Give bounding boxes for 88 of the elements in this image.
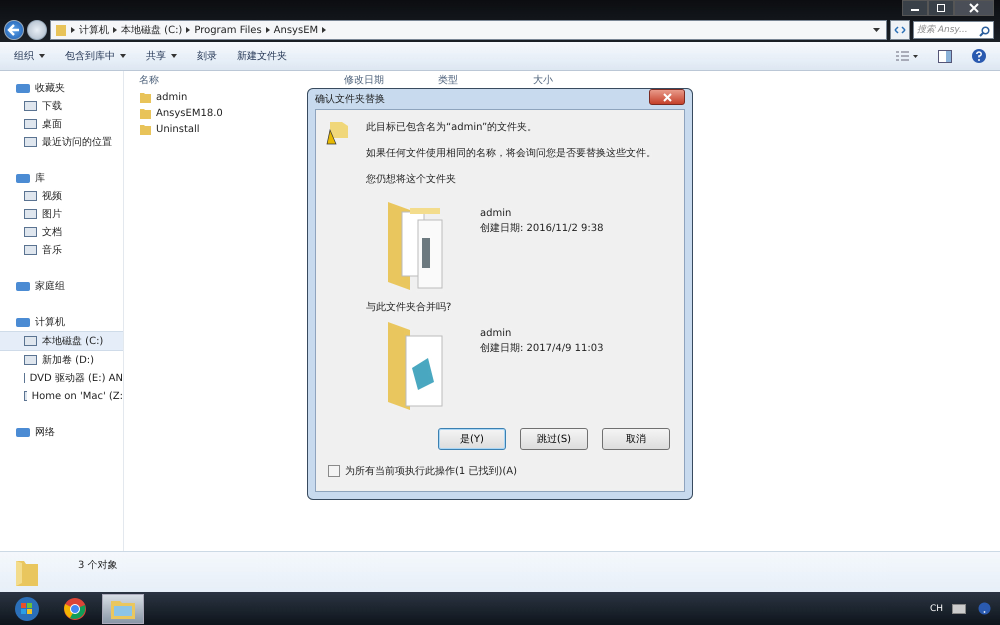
checkbox-label[interactable]: 为所有当前项执行此操作(1 已找到)(A) xyxy=(345,464,517,478)
help-icon[interactable] xyxy=(978,602,991,615)
sidebar-item[interactable]: 新加卷 (D:) xyxy=(0,351,123,369)
sidebar-item[interactable]: 图片 xyxy=(0,205,123,223)
folder-icon xyxy=(140,91,151,103)
sidebar-item[interactable]: DVD 驱动器 (E:) AN xyxy=(0,369,123,387)
group-icon xyxy=(16,172,30,184)
sidebar-group[interactable]: 家庭组 xyxy=(0,277,123,295)
sidebar-item[interactable]: 文档 xyxy=(0,223,123,241)
browser-icon xyxy=(63,596,87,620)
message-text: 此目标已包含名为“admin”的文件夹。 xyxy=(366,120,538,134)
sidebar-item[interactable]: 音乐 xyxy=(0,241,123,259)
group-icon xyxy=(16,426,30,438)
group-icon xyxy=(16,280,30,292)
checkbox[interactable] xyxy=(328,465,340,477)
close-icon xyxy=(969,3,979,13)
close-button[interactable] xyxy=(649,89,685,105)
folder-icon xyxy=(140,123,151,135)
start-icon xyxy=(14,596,40,622)
item-count: 3 个对象 xyxy=(78,558,118,572)
minimize-button[interactable] xyxy=(902,0,928,16)
sidebar-item[interactable]: 本地磁盘 (C:) xyxy=(0,331,123,351)
caret-icon xyxy=(39,54,45,58)
forward-button[interactable] xyxy=(27,20,47,40)
sidebar-item[interactable]: Home on 'Mac' (Z: xyxy=(0,387,123,405)
help-icon[interactable] xyxy=(972,49,986,63)
toolbar-button[interactable]: 共享 xyxy=(138,46,185,66)
chevron-icon[interactable] xyxy=(322,27,326,33)
dialog-button[interactable]: 取消 xyxy=(602,428,670,450)
refresh-button[interactable] xyxy=(890,20,910,40)
group-icon xyxy=(16,82,30,94)
file-row[interactable]: admin xyxy=(140,89,260,105)
sidebar-item[interactable]: 桌面 xyxy=(0,115,123,133)
caret-icon xyxy=(171,54,177,58)
folder-name: admin xyxy=(480,328,512,339)
dialog-title: 确认文件夹替换 xyxy=(315,92,385,106)
sidebar-item[interactable]: 最近访问的位置 xyxy=(0,133,123,151)
view-list-icon[interactable] xyxy=(896,50,918,62)
breadcrumb[interactable]: 本地磁盘 (C:) xyxy=(121,23,182,37)
sidebar-item[interactable]: 下载 xyxy=(0,97,123,115)
dialog-button[interactable]: 是(Y) xyxy=(438,428,506,450)
maximize-icon xyxy=(936,3,946,13)
chevron-icon[interactable] xyxy=(266,27,270,33)
chevron-icon[interactable] xyxy=(71,27,75,33)
toolbar-button[interactable]: 组织 xyxy=(6,46,53,66)
question-text: 与此文件夹合并吗? xyxy=(366,300,452,314)
back-button[interactable] xyxy=(4,20,24,40)
maximize-button[interactable] xyxy=(928,0,954,16)
folder-date: 创建日期: 2017/4/9 11:03 xyxy=(480,342,604,355)
column-header[interactable]: 名称 xyxy=(138,73,343,87)
group-icon xyxy=(16,316,30,328)
search-icon xyxy=(979,26,990,37)
sidebar-group[interactable]: 网络 xyxy=(0,423,123,441)
sidebar-group[interactable]: 收藏夹 xyxy=(0,79,123,97)
toolbar-button[interactable]: 新建文件夹 xyxy=(229,46,295,66)
preview-pane-icon[interactable] xyxy=(938,50,952,62)
caret-icon xyxy=(120,54,126,58)
breadcrumb[interactable]: AnsysEM xyxy=(274,24,318,36)
warning-folder-icon xyxy=(324,120,350,146)
file-row[interactable]: AnsysEM18.0 xyxy=(140,105,260,121)
address-bar[interactable]: 计算机 本地磁盘 (C:) Program Files AnsysEM xyxy=(50,20,887,40)
folder-name: admin xyxy=(480,208,512,219)
close-icon xyxy=(662,93,672,102)
chevron-icon[interactable] xyxy=(186,27,190,33)
folder-icon xyxy=(55,23,67,37)
breadcrumb[interactable]: 计算机 xyxy=(79,23,109,37)
column-header[interactable]: 大小 xyxy=(532,73,737,87)
message-text: 如果任何文件使用相同的名称，将会询问您是否要替换这些文件。 xyxy=(366,146,656,160)
keyboard-icon[interactable] xyxy=(952,604,966,614)
column-header[interactable]: 修改日期 xyxy=(343,73,437,87)
search-field[interactable]: 搜索 Ansy... xyxy=(913,21,994,39)
toolbar-button[interactable]: 包含到库中 xyxy=(57,46,134,66)
sidebar-group[interactable]: 库 xyxy=(0,169,123,187)
column-header[interactable]: 类型 xyxy=(437,73,532,87)
language-indicator[interactable]: CH xyxy=(930,604,943,614)
dialog-button[interactable]: 跳过(S) xyxy=(520,428,588,450)
toolbar-button[interactable]: 刻录 xyxy=(189,46,225,66)
prompt-text: 您仍想将这个文件夹 xyxy=(366,172,457,186)
folder-date: 创建日期: 2016/11/2 9:38 xyxy=(480,222,604,235)
breadcrumb[interactable]: Program Files xyxy=(194,24,262,36)
dropdown-icon xyxy=(873,28,880,32)
folder-icon xyxy=(140,107,151,119)
sidebar-item[interactable]: 视频 xyxy=(0,187,123,205)
chevron-icon[interactable] xyxy=(113,27,117,33)
refresh-icon xyxy=(894,24,906,34)
close-button[interactable] xyxy=(954,0,994,16)
sidebar-group[interactable]: 计算机 xyxy=(0,313,123,331)
file-row[interactable]: Uninstall xyxy=(140,121,260,137)
